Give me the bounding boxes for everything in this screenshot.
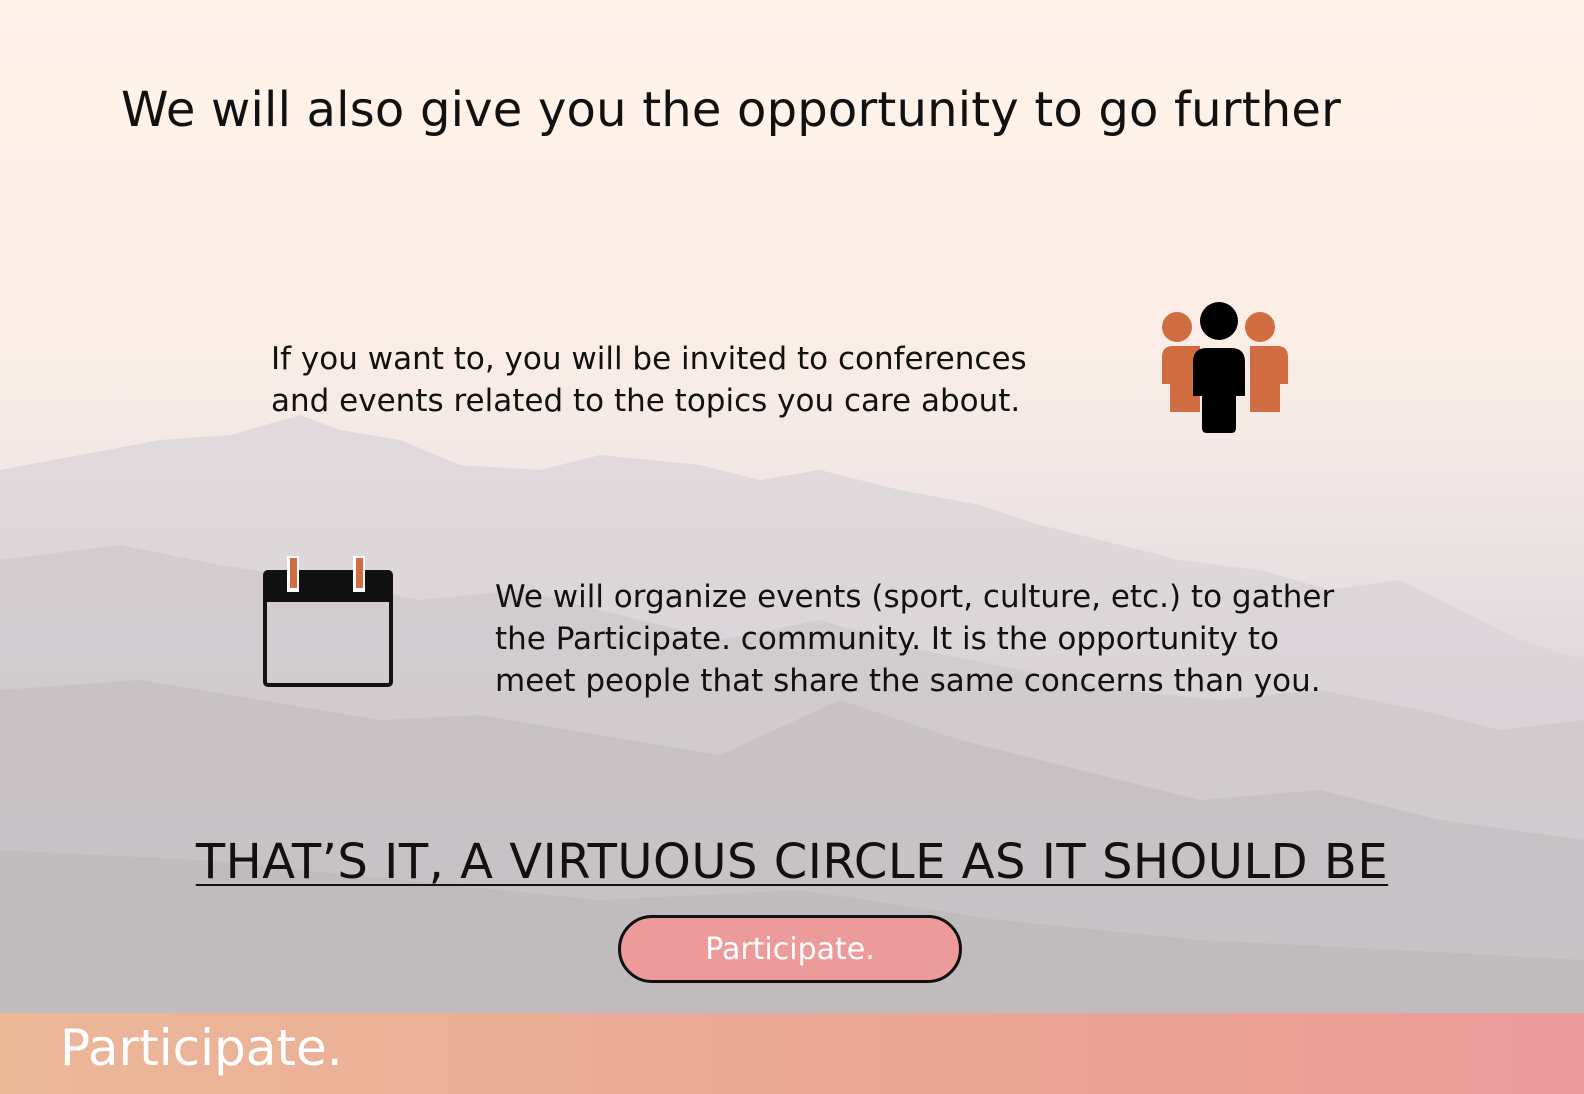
footer-bar: Participate. bbox=[0, 1013, 1584, 1094]
calendar-icon bbox=[262, 556, 396, 696]
participate-button[interactable]: Participate. bbox=[618, 915, 962, 983]
tagline: THAT’S IT, A VIRTUOUS CIRCLE AS IT SHOUL… bbox=[195, 834, 1389, 890]
footer-brand-logo[interactable]: Participate. bbox=[60, 1019, 343, 1077]
community-events-feature-text: We will organize events (sport, culture,… bbox=[495, 579, 1335, 699]
people-group-icon bbox=[1160, 300, 1290, 438]
conferences-feature-text: If you want to, you will be invited to c… bbox=[271, 341, 1027, 419]
page-heading: We will also give you the opportunity to… bbox=[121, 82, 1342, 138]
